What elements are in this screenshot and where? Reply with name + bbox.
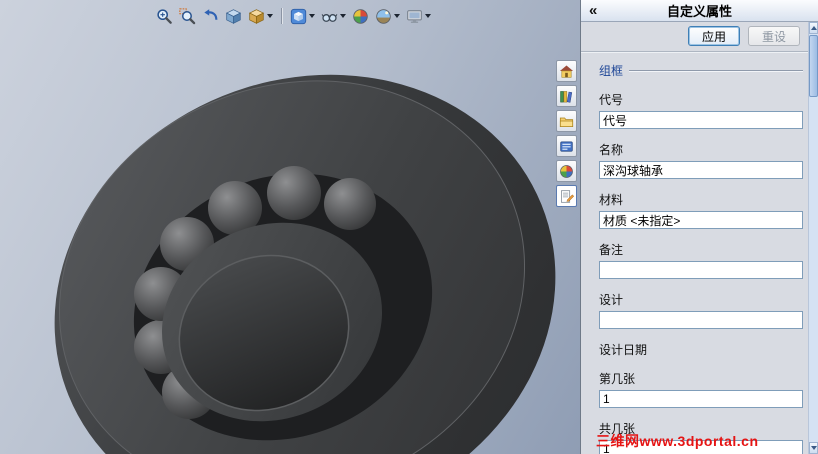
scroll-up-button[interactable] xyxy=(809,22,818,34)
tab-appearances-scenes[interactable] xyxy=(556,160,577,182)
designer-input[interactable] xyxy=(599,311,803,329)
display-style-icon xyxy=(290,8,307,24)
edit-appearance-icon xyxy=(353,8,368,24)
view-toolbar xyxy=(154,5,433,27)
view-orientation-icon xyxy=(248,8,265,24)
field-sheet-number: 第几张 xyxy=(599,370,803,408)
solidworks-window: « 自定义属性 应用 重设 组框 代号 名称 xyxy=(0,0,818,454)
field-name: 名称 xyxy=(599,141,803,179)
field-designer: 设计 xyxy=(599,291,803,329)
view-settings-button[interactable] xyxy=(404,5,433,27)
zoom-to-area-icon xyxy=(179,7,196,24)
tab-search[interactable] xyxy=(556,135,577,157)
group-label: 组框 xyxy=(599,64,624,78)
field-label-remarks: 备注 xyxy=(599,243,624,257)
properties-form: 组框 代号 名称 材料 备注 xyxy=(581,52,808,454)
tab-file-explorer[interactable] xyxy=(556,110,577,132)
material-input[interactable] xyxy=(599,211,803,229)
taskpane-tabs xyxy=(556,60,577,207)
tab-solidworks-resources[interactable] xyxy=(556,60,577,82)
edit-appearance-button[interactable] xyxy=(350,5,371,27)
view-orientation-button[interactable] xyxy=(246,5,275,27)
custom-properties-icon xyxy=(561,189,574,203)
field-label-designer: 设计 xyxy=(599,293,624,307)
group-box-header: 组框 xyxy=(599,62,803,79)
dropdown-arrow-icon xyxy=(425,14,431,18)
dropdown-arrow-icon xyxy=(394,14,400,18)
previous-view-button[interactable] xyxy=(200,5,221,27)
appearances-scenes-icon xyxy=(560,164,573,178)
dropdown-arrow-icon xyxy=(267,14,273,18)
apply-scene-button[interactable] xyxy=(373,5,402,27)
panel-header: « 自定义属性 xyxy=(581,0,818,22)
tab-design-library[interactable] xyxy=(556,85,577,107)
field-material: 材料 xyxy=(599,191,803,229)
search-icon xyxy=(560,140,573,152)
field-code: 代号 xyxy=(599,91,803,129)
zoom-to-fit-icon xyxy=(157,8,172,24)
name-input[interactable] xyxy=(599,161,803,179)
display-style-button[interactable] xyxy=(288,5,317,27)
sheet-number-input[interactable] xyxy=(599,390,803,408)
collapse-panel-button[interactable]: « xyxy=(589,0,597,21)
group-divider xyxy=(629,69,803,72)
reset-button[interactable]: 重设 xyxy=(748,26,800,46)
zoom-to-area-button[interactable] xyxy=(177,5,198,27)
code-input[interactable] xyxy=(599,111,803,129)
dropdown-arrow-icon xyxy=(340,14,346,18)
apply-scene-icon xyxy=(376,8,391,24)
3d-viewport[interactable] xyxy=(0,0,580,454)
solidworks-resources-icon xyxy=(559,65,574,78)
dropdown-arrow-icon xyxy=(309,14,315,18)
field-design-date: 设计日期 xyxy=(599,341,803,358)
arrow-up-icon xyxy=(810,26,817,30)
hide-show-items-button[interactable] xyxy=(319,5,348,27)
arrow-down-icon xyxy=(810,446,817,450)
scrollbar-thumb[interactable] xyxy=(809,35,818,97)
toolbar-separator xyxy=(281,8,282,24)
panel-button-row: 应用 重设 xyxy=(581,22,808,52)
file-explorer-icon xyxy=(559,117,574,127)
bearing-model[interactable] xyxy=(0,0,580,454)
tab-custom-properties[interactable] xyxy=(556,185,577,207)
remarks-input[interactable] xyxy=(599,261,803,279)
section-view-icon xyxy=(225,8,242,24)
design-library-icon xyxy=(560,90,573,103)
field-label-code: 代号 xyxy=(599,93,624,107)
field-label-name: 名称 xyxy=(599,143,624,157)
zoom-to-fit-button[interactable] xyxy=(154,5,175,27)
scroll-down-button[interactable] xyxy=(809,442,818,454)
panel-body: 应用 重设 组框 代号 名称 材料 xyxy=(581,22,808,454)
custom-properties-panel: « 自定义属性 应用 重设 组框 代号 名称 xyxy=(580,0,818,454)
field-remarks: 备注 xyxy=(599,241,803,279)
field-label-design-date: 设计日期 xyxy=(599,343,648,357)
hide-show-items-icon xyxy=(321,13,338,22)
view-settings-icon xyxy=(407,9,422,23)
panel-title: 自定义属性 xyxy=(666,4,732,19)
section-view-button[interactable] xyxy=(223,5,244,27)
apply-button[interactable]: 应用 xyxy=(688,26,740,46)
field-label-material: 材料 xyxy=(599,193,624,207)
panel-scrollbar[interactable] xyxy=(808,22,818,454)
previous-view-icon xyxy=(204,8,218,20)
field-label-sheet-number: 第几张 xyxy=(599,372,636,386)
watermark: 三维网www.3dportal.cn xyxy=(596,433,759,449)
